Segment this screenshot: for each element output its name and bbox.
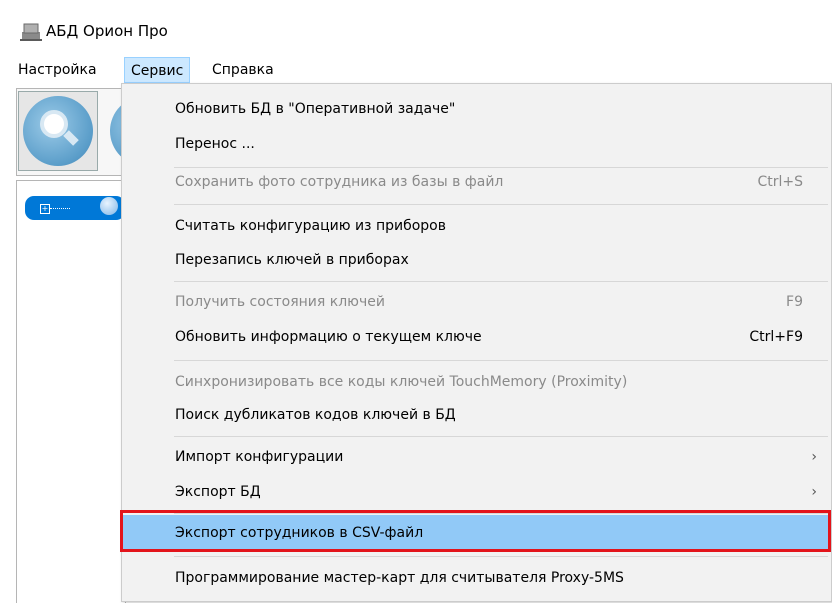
menu-item-find-duplicates[interactable]: Поиск дубликатов кодов ключей в БД <box>123 397 831 433</box>
menu-item-sync-codes[interactable]: Синхронизировать все коды ключей TouchMe… <box>123 364 831 400</box>
chevron-right-icon: › <box>811 449 817 465</box>
menu-item-label: Обновить информацию о текущем ключе <box>175 329 482 345</box>
menu-item-label: Программирование мастер-карт для считыва… <box>175 570 624 586</box>
menu-item-update-db[interactable]: Обновить БД в "Оперативной задаче" <box>123 91 831 127</box>
menu-separator <box>174 360 828 361</box>
menu-item-label: Синхронизировать все коды ключей TouchMe… <box>175 374 628 390</box>
menu-separator <box>174 281 828 282</box>
menu-item-label: Сохранить фото сотрудника из базы в файл <box>175 174 504 190</box>
menu-nastroyka[interactable]: Настройка <box>12 57 103 83</box>
menu-item-update-current-key[interactable]: Обновить информацию о текущем ключе Ctrl… <box>123 319 831 355</box>
menu-item-label: Импорт конфигурации <box>175 449 344 465</box>
menu-bar: Настройка Сервис Справка <box>0 57 832 83</box>
menu-item-label: Экспорт БД <box>175 484 261 500</box>
app-icon <box>20 23 42 41</box>
menu-item-label: Перенос ... <box>175 136 255 152</box>
menu-separator <box>174 436 828 437</box>
menu-spravka[interactable]: Справка <box>206 57 280 83</box>
menu-item-rewrite-keys[interactable]: Перезапись ключей в приборах <box>123 242 831 278</box>
chevron-right-icon: › <box>811 484 817 500</box>
menu-item-get-key-states[interactable]: Получить состояния ключей F9 <box>123 284 831 320</box>
menu-item-save-photo[interactable]: Сохранить фото сотрудника из базы в файл… <box>123 164 831 200</box>
menu-item-shortcut: Ctrl+S <box>757 174 803 190</box>
menu-item-shortcut: Ctrl+F9 <box>749 329 803 345</box>
menu-servis[interactable]: Сервис <box>124 57 191 83</box>
menu-item-program-master-cards[interactable]: Программирование мастер-карт для считыва… <box>123 560 831 596</box>
menu-item-label: Считать конфигурацию из приборов <box>175 218 446 234</box>
menu-item-shortcut: F9 <box>786 294 803 310</box>
tree-connector-line <box>50 208 70 209</box>
tree-panel[interactable] <box>16 180 126 603</box>
highlight-frame <box>120 510 831 552</box>
menu-item-read-config[interactable]: Считать конфигурацию из приборов <box>123 208 831 244</box>
menu-item-label: Поиск дубликатов кодов ключей в БД <box>175 407 456 423</box>
menu-item-label: Перезапись ключей в приборах <box>175 252 409 268</box>
menu-item-label: Получить состояния ключей <box>175 294 385 310</box>
menu-item-label: Обновить БД в "Оперативной задаче" <box>175 101 456 117</box>
menu-separator <box>174 204 828 205</box>
title-bar: АБД Орион Про <box>0 0 832 56</box>
tree-expand-icon[interactable]: + <box>40 204 50 214</box>
globe-icon <box>100 197 118 215</box>
menu-separator <box>174 556 828 557</box>
menu-item-import-config[interactable]: Импорт конфигурации › <box>123 439 831 475</box>
menu-item-transfer[interactable]: Перенос ... <box>123 126 831 162</box>
window-title: АБД Орион Про <box>46 22 168 40</box>
menu-item-export-db[interactable]: Экспорт БД › <box>123 474 831 510</box>
